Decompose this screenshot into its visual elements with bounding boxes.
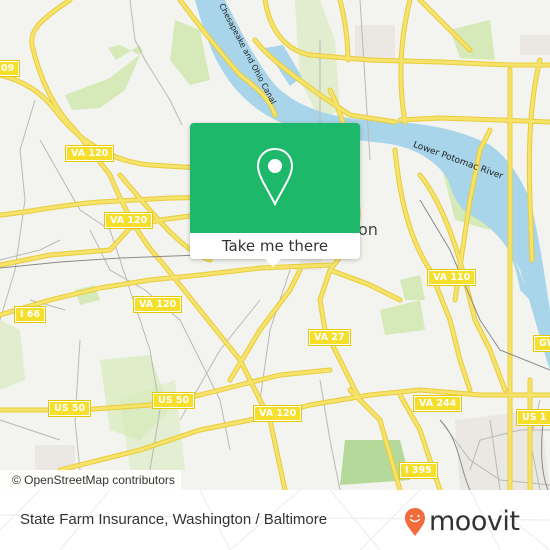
place-label-arlington: on — [358, 220, 378, 239]
route-shield-i-66: I 66 — [13, 306, 47, 323]
brand-name: moovit — [429, 506, 520, 537]
route-shield-va-120: VA 120 — [64, 145, 115, 162]
route-shield-gw: GW — [532, 335, 550, 352]
route-shield-us-50: US 50 — [151, 392, 196, 409]
moovit-smiley-pin-icon — [405, 508, 425, 536]
route-shield-us-50: US 50 — [47, 400, 92, 417]
route-shield-va-120: VA 120 — [103, 212, 154, 229]
route-shield-i-395: I 395 — [399, 462, 438, 479]
map-view[interactable]: 09 VA 120 VA 120 VA 120 I 66 VA 110 VA 2… — [0, 0, 550, 490]
take-me-there-button[interactable]: Take me there — [190, 233, 360, 259]
route-shield-va-27: VA 27 — [308, 329, 351, 346]
location-popup: Take me there — [190, 123, 360, 267]
route-shield-va-120: VA 120 — [252, 405, 303, 422]
map-pin-icon — [256, 147, 294, 207]
moovit-logo[interactable]: moovit — [404, 506, 520, 537]
popup-header — [190, 123, 360, 233]
map-attribution[interactable]: © OpenStreetMap contributors — [0, 470, 181, 490]
route-shield-va-244: VA 244 — [412, 395, 463, 412]
popup-pointer — [265, 259, 281, 267]
place-title: State Farm Insurance, Washington / Balti… — [20, 511, 328, 528]
footer-bar: State Farm Insurance, Washington / Balti… — [0, 490, 550, 550]
route-shield-us-29: 09 — [0, 60, 21, 77]
route-shield-va-110: VA 110 — [426, 269, 477, 286]
route-shield-us-1: US 1 — [515, 409, 550, 426]
route-shield-va-120: VA 120 — [132, 296, 183, 313]
